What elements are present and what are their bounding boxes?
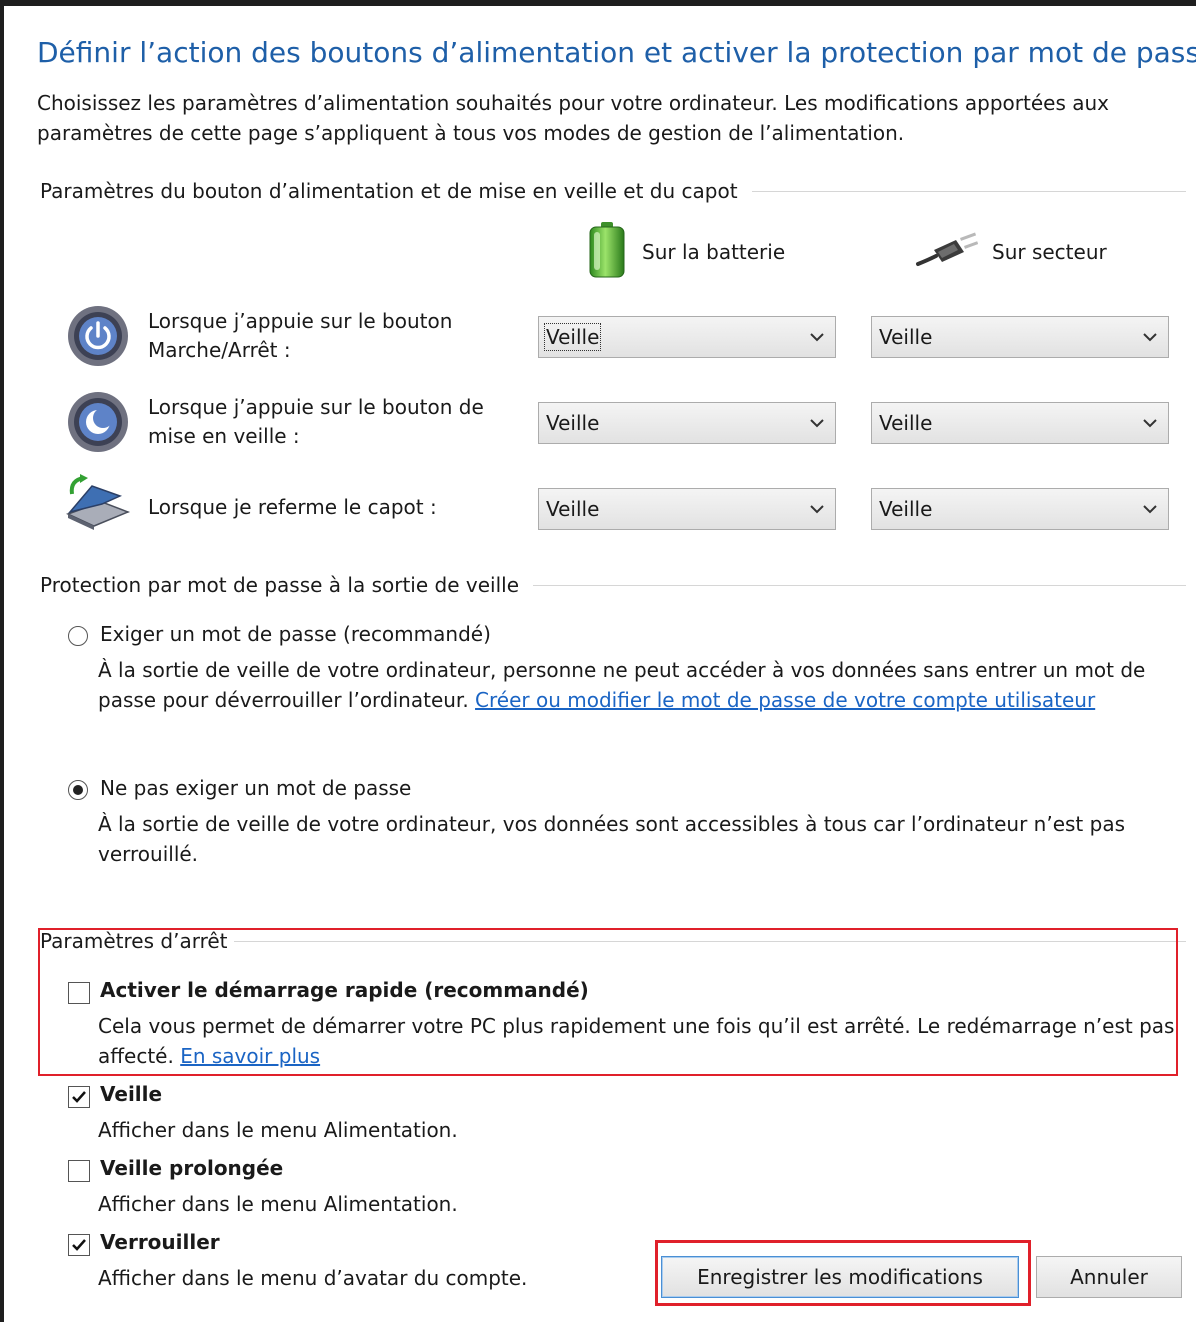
select-value: Veille	[543, 323, 602, 351]
row-label-power-button: Lorsque j’appuie sur le bouton Marche/Ar…	[148, 309, 453, 362]
highlight-box-shutdown-settings	[38, 928, 1178, 1076]
checkmark-icon	[72, 1091, 86, 1103]
lock-description: Afficher dans le menu d’avatar du compte…	[98, 1266, 528, 1290]
select-value: Veille	[879, 497, 933, 521]
select-value: Veille	[879, 411, 933, 435]
sleep-button-ac-select[interactable]: Veille	[871, 402, 1169, 444]
lock-checkbox[interactable]	[68, 1234, 90, 1256]
require-password-description: À la sortie de veille de votre ordinateu…	[98, 658, 1146, 712]
create-password-link[interactable]: Créer ou modifier le mot de passe de vot…	[475, 688, 1095, 712]
laptop-lid-icon	[62, 474, 132, 539]
no-password-radio[interactable]	[68, 780, 88, 800]
chevron-down-icon	[1132, 504, 1168, 514]
password-protection-heading: Protection par mot de passe à la sortie …	[40, 573, 519, 597]
hibernate-checkbox[interactable]	[68, 1160, 90, 1182]
require-password-radio[interactable]	[68, 626, 88, 646]
password-protection-group: Protection par mot de passe à la sortie …	[40, 570, 1186, 600]
column-header-battery: Sur la batterie	[586, 220, 786, 285]
sleep-button-icon	[66, 390, 130, 459]
sleep-checkbox[interactable]	[68, 1086, 90, 1108]
power-button-battery-select[interactable]: Veille	[538, 316, 836, 358]
lid-battery-select[interactable]: Veille	[538, 488, 836, 530]
chevron-down-icon	[799, 332, 835, 342]
require-password-label[interactable]: Exiger un mot de passe (recommandé)	[100, 622, 491, 646]
no-password-label[interactable]: Ne pas exiger un mot de passe	[100, 776, 411, 800]
group-divider	[751, 190, 1186, 192]
power-settings-group: Paramètres du bouton d’alimentation et d…	[40, 176, 1186, 206]
chevron-down-icon	[799, 504, 835, 514]
lock-label[interactable]: Verrouiller	[100, 1230, 220, 1254]
group-divider	[533, 584, 1186, 586]
checkmark-icon	[72, 1239, 86, 1251]
column-label-battery: Sur la batterie	[642, 240, 786, 264]
window-frame-top	[0, 0, 1196, 6]
power-button-ac-select[interactable]: Veille	[871, 316, 1169, 358]
row-label-lid: Lorsque je referme le capot :	[148, 495, 437, 519]
intro-text: Choisissez les paramètres d’alimentation…	[37, 91, 1110, 145]
sleep-label[interactable]: Veille	[100, 1082, 162, 1106]
cancel-button[interactable]: Annuler	[1036, 1256, 1182, 1298]
battery-icon	[586, 220, 628, 285]
sleep-description: Afficher dans le menu Alimentation.	[98, 1118, 458, 1142]
hibernate-description: Afficher dans le menu Alimentation.	[98, 1192, 458, 1216]
hibernate-label[interactable]: Veille prolongée	[100, 1156, 283, 1180]
power-button-icon	[66, 304, 130, 373]
select-value: Veille	[546, 411, 600, 435]
page-title: Définir l’action des boutons d’alimentat…	[37, 36, 1196, 69]
column-label-ac: Sur secteur	[992, 240, 1107, 264]
power-settings-heading: Paramètres du bouton d’alimentation et d…	[40, 179, 738, 203]
chevron-down-icon	[1132, 332, 1168, 342]
no-password-description: À la sortie de veille de votre ordinateu…	[98, 812, 1125, 866]
sleep-button-battery-select[interactable]: Veille	[538, 402, 836, 444]
chevron-down-icon	[799, 418, 835, 428]
row-label-sleep-button: Lorsque j’appuie sur le bouton de mise e…	[148, 395, 484, 448]
power-plug-icon	[914, 230, 979, 275]
column-header-ac: Sur secteur	[914, 222, 1107, 282]
chevron-down-icon	[1132, 418, 1168, 428]
select-value: Veille	[879, 325, 933, 349]
select-value: Veille	[546, 497, 600, 521]
highlight-box-save-button	[655, 1240, 1031, 1306]
window-frame-left	[0, 0, 4, 1322]
lid-ac-select[interactable]: Veille	[871, 488, 1169, 530]
